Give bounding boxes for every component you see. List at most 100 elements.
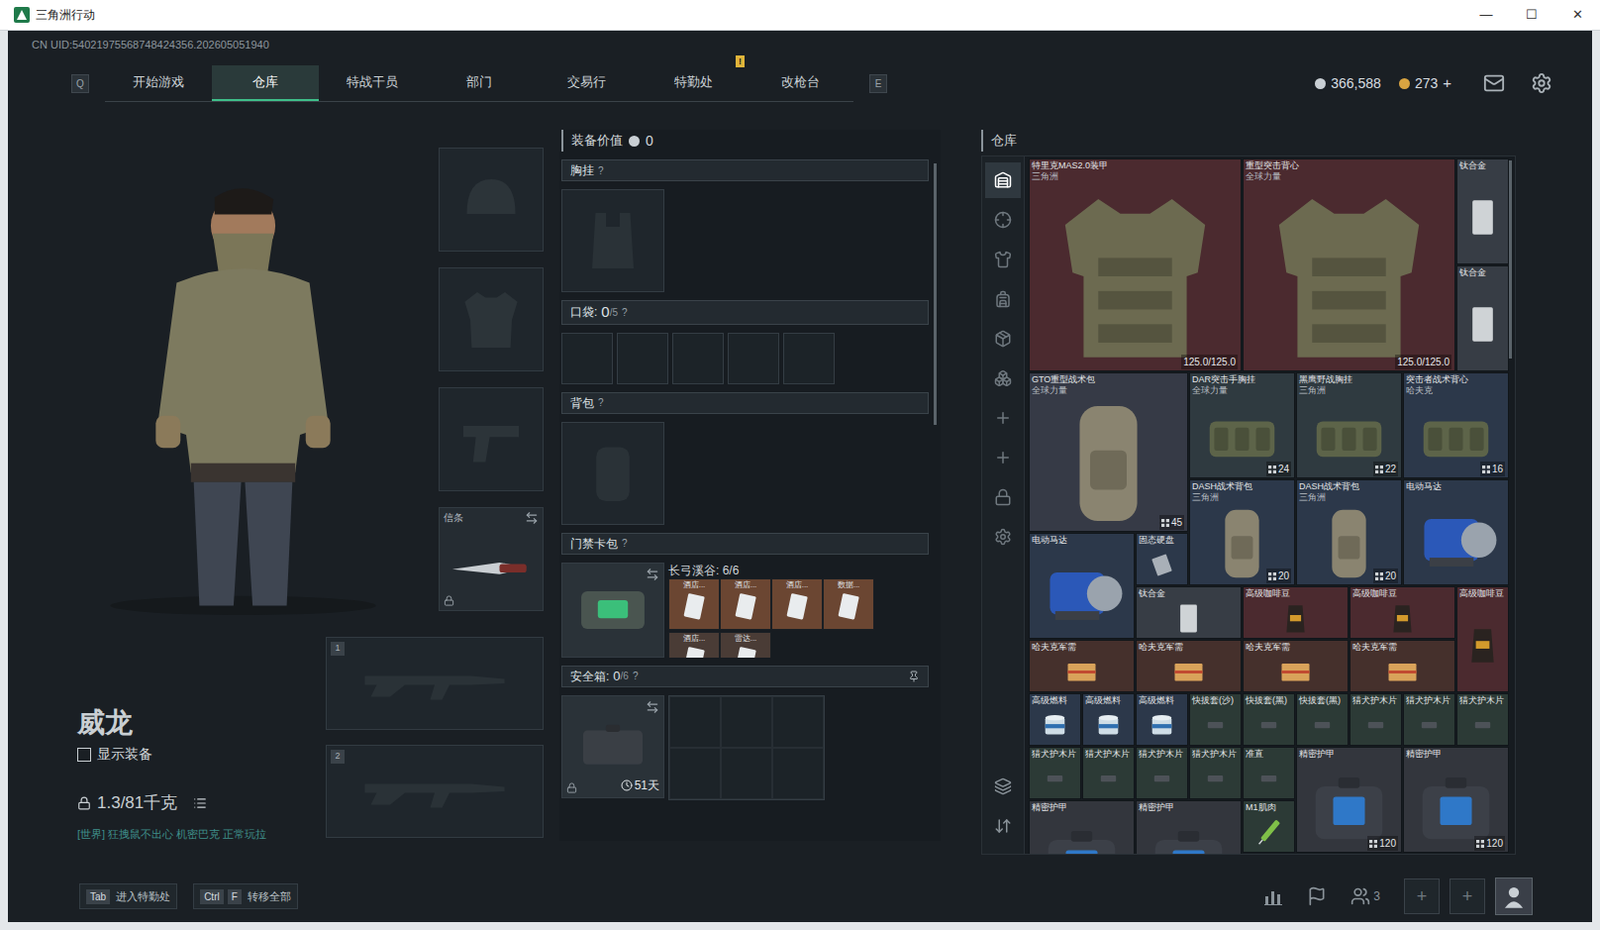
stash-tab[interactable]: [985, 201, 1021, 238]
help-mark[interactable]: ?: [598, 163, 604, 179]
safe-slot[interactable]: [720, 747, 773, 800]
swap-icon[interactable]: [645, 567, 660, 582]
window-control[interactable]: —: [1463, 0, 1509, 30]
safe-slot[interactable]: [772, 696, 824, 748]
safe-case[interactable]: 51天: [561, 695, 665, 799]
squad-count[interactable]: 3: [1350, 886, 1381, 906]
stash-item[interactable]: 电动马达: [1402, 479, 1509, 586]
help-mark[interactable]: ?: [632, 668, 639, 684]
swap-icon[interactable]: [524, 510, 539, 525]
stash-tab[interactable]: [985, 479, 1021, 515]
gear-icon[interactable]: [1530, 72, 1553, 95]
nav-tab[interactable]: 开始游戏: [104, 65, 212, 101]
list-icon[interactable]: [193, 796, 207, 810]
safe-slot[interactable]: [772, 747, 824, 800]
stash-tab[interactable]: [985, 400, 1021, 436]
stash-item[interactable]: 突击者战术背心哈夫克16: [1402, 372, 1509, 479]
safe-slot[interactable]: [720, 696, 773, 748]
stash-tool[interactable]: [985, 768, 1021, 804]
stash-item[interactable]: 猎犬护木片: [1082, 746, 1135, 800]
stash-item[interactable]: 哈夫克军需: [1349, 639, 1456, 693]
stash-item[interactable]: 猎犬护木片: [1456, 693, 1509, 746]
keycard[interactable]: 酒店...: [771, 578, 823, 630]
nav-tab[interactable]: 仓库: [211, 65, 319, 101]
nav-tab[interactable]: 部门: [425, 65, 533, 101]
stash-tab[interactable]: [985, 320, 1021, 357]
nav-tab[interactable]: 特勤处!: [639, 65, 747, 101]
stash-item[interactable]: 精密护甲120: [1402, 746, 1509, 853]
weapon-slot[interactable]: 2: [325, 744, 544, 838]
stash-item[interactable]: 固态硬盘: [1135, 532, 1189, 586]
nav-next-key[interactable]: E: [869, 74, 888, 94]
stash-item[interactable]: 钛合金: [1135, 586, 1242, 639]
stash-item[interactable]: 高级燃料: [1028, 693, 1082, 746]
player-avatar[interactable]: [1495, 877, 1533, 915]
stash-item[interactable]: 高级燃料: [1082, 693, 1135, 746]
keycard-case[interactable]: [561, 562, 665, 658]
stash-item[interactable]: 猎犬护木片: [1349, 693, 1402, 746]
pocket-slot[interactable]: [672, 332, 724, 385]
stash-item[interactable]: 重型突击背心全球力量125.0/125.0: [1242, 158, 1456, 372]
helmet-slot[interactable]: [438, 147, 544, 252]
invite-slot[interactable]: +: [1403, 878, 1440, 914]
stash-item[interactable]: 高级咖啡豆: [1349, 586, 1456, 639]
stash-item[interactable]: 钛合金: [1456, 265, 1509, 372]
pocket-slot[interactable]: [783, 332, 835, 385]
hotkey-hint[interactable]: Tab进入特勤处: [79, 883, 178, 910]
stash-tab[interactable]: [985, 360, 1021, 397]
stash-tab[interactable]: [985, 162, 1021, 199]
stash-scrollbar[interactable]: [1508, 160, 1512, 359]
window-control[interactable]: ☐: [1508, 0, 1555, 30]
stats-chart-icon[interactable]: [1263, 886, 1284, 906]
hotkey-hint[interactable]: CtrlF转移全部: [193, 883, 299, 910]
stash-item[interactable]: M1肌肉: [1242, 800, 1296, 853]
stash-tab[interactable]: [985, 241, 1021, 278]
stash-item[interactable]: 精密护甲: [1028, 800, 1135, 854]
stash-item[interactable]: 高级咖啡豆: [1456, 586, 1509, 693]
loadout-scrollbar[interactable]: [933, 163, 937, 425]
stash-item[interactable]: 电动马达: [1028, 532, 1135, 639]
stash-item[interactable]: 精密护甲120: [1296, 746, 1402, 853]
keycard[interactable]: 数据...: [822, 578, 875, 630]
stash-item[interactable]: 猎犬护木片: [1189, 746, 1242, 800]
stash-item[interactable]: DASH战术背包三角洲20: [1296, 479, 1402, 586]
stash-item[interactable]: 高级燃料: [1135, 693, 1189, 746]
stash-item[interactable]: 快拔套(黑): [1296, 693, 1349, 746]
keycard[interactable]: 酒店...: [668, 631, 720, 658]
pin-icon[interactable]: [907, 670, 920, 683]
stash-tab[interactable]: [985, 439, 1021, 476]
stash-item[interactable]: 精密护甲: [1135, 800, 1242, 854]
stash-item[interactable]: 哈夫克军需: [1028, 639, 1135, 693]
help-mark[interactable]: ?: [621, 535, 628, 551]
keycard[interactable]: 酒店...: [668, 578, 720, 630]
mail-icon[interactable]: [1483, 72, 1505, 95]
currency[interactable]: 366,588: [1314, 73, 1382, 95]
pistol-slot[interactable]: [438, 387, 544, 492]
stash-tool[interactable]: [985, 807, 1021, 844]
flag-icon[interactable]: [1306, 886, 1327, 906]
pocket-slot[interactable]: [616, 332, 669, 385]
stash-item[interactable]: 特里克MAS2.0装甲三角洲125.0/125.0: [1028, 158, 1242, 372]
armor-slot[interactable]: [438, 267, 544, 372]
pocket-slot[interactable]: [727, 332, 780, 385]
stash-item[interactable]: DASH战术背包三角洲20: [1189, 479, 1296, 586]
backpack-slot[interactable]: [561, 421, 665, 525]
stash-item[interactable]: 哈夫克军需: [1242, 639, 1349, 693]
help-mark[interactable]: ?: [621, 304, 628, 320]
show-gear-checkbox[interactable]: 显示装备: [77, 743, 326, 765]
currency[interactable]: 273+: [1399, 72, 1452, 96]
window-control[interactable]: ✕: [1554, 0, 1600, 30]
melee-slot[interactable]: 信条: [438, 506, 544, 611]
nav-prev-key[interactable]: Q: [71, 74, 90, 94]
stash-item[interactable]: 猎犬护木片: [1135, 746, 1189, 800]
nav-tab[interactable]: 改枪台: [746, 65, 854, 101]
stash-item[interactable]: 钛合金: [1456, 158, 1509, 265]
stash-item[interactable]: 猎犬护木片: [1028, 746, 1082, 800]
weapon-slot[interactable]: 1: [325, 636, 544, 730]
add-currency[interactable]: +: [1442, 72, 1452, 96]
stash-item[interactable]: GTO重型战术包全球力量45: [1028, 372, 1189, 532]
safe-slot[interactable]: [669, 747, 721, 800]
stash-item[interactable]: 猎犬护木片: [1402, 693, 1456, 746]
stash-item[interactable]: 快拔套(沙): [1189, 693, 1242, 746]
stash-item[interactable]: 快拔套(黑): [1242, 693, 1296, 746]
